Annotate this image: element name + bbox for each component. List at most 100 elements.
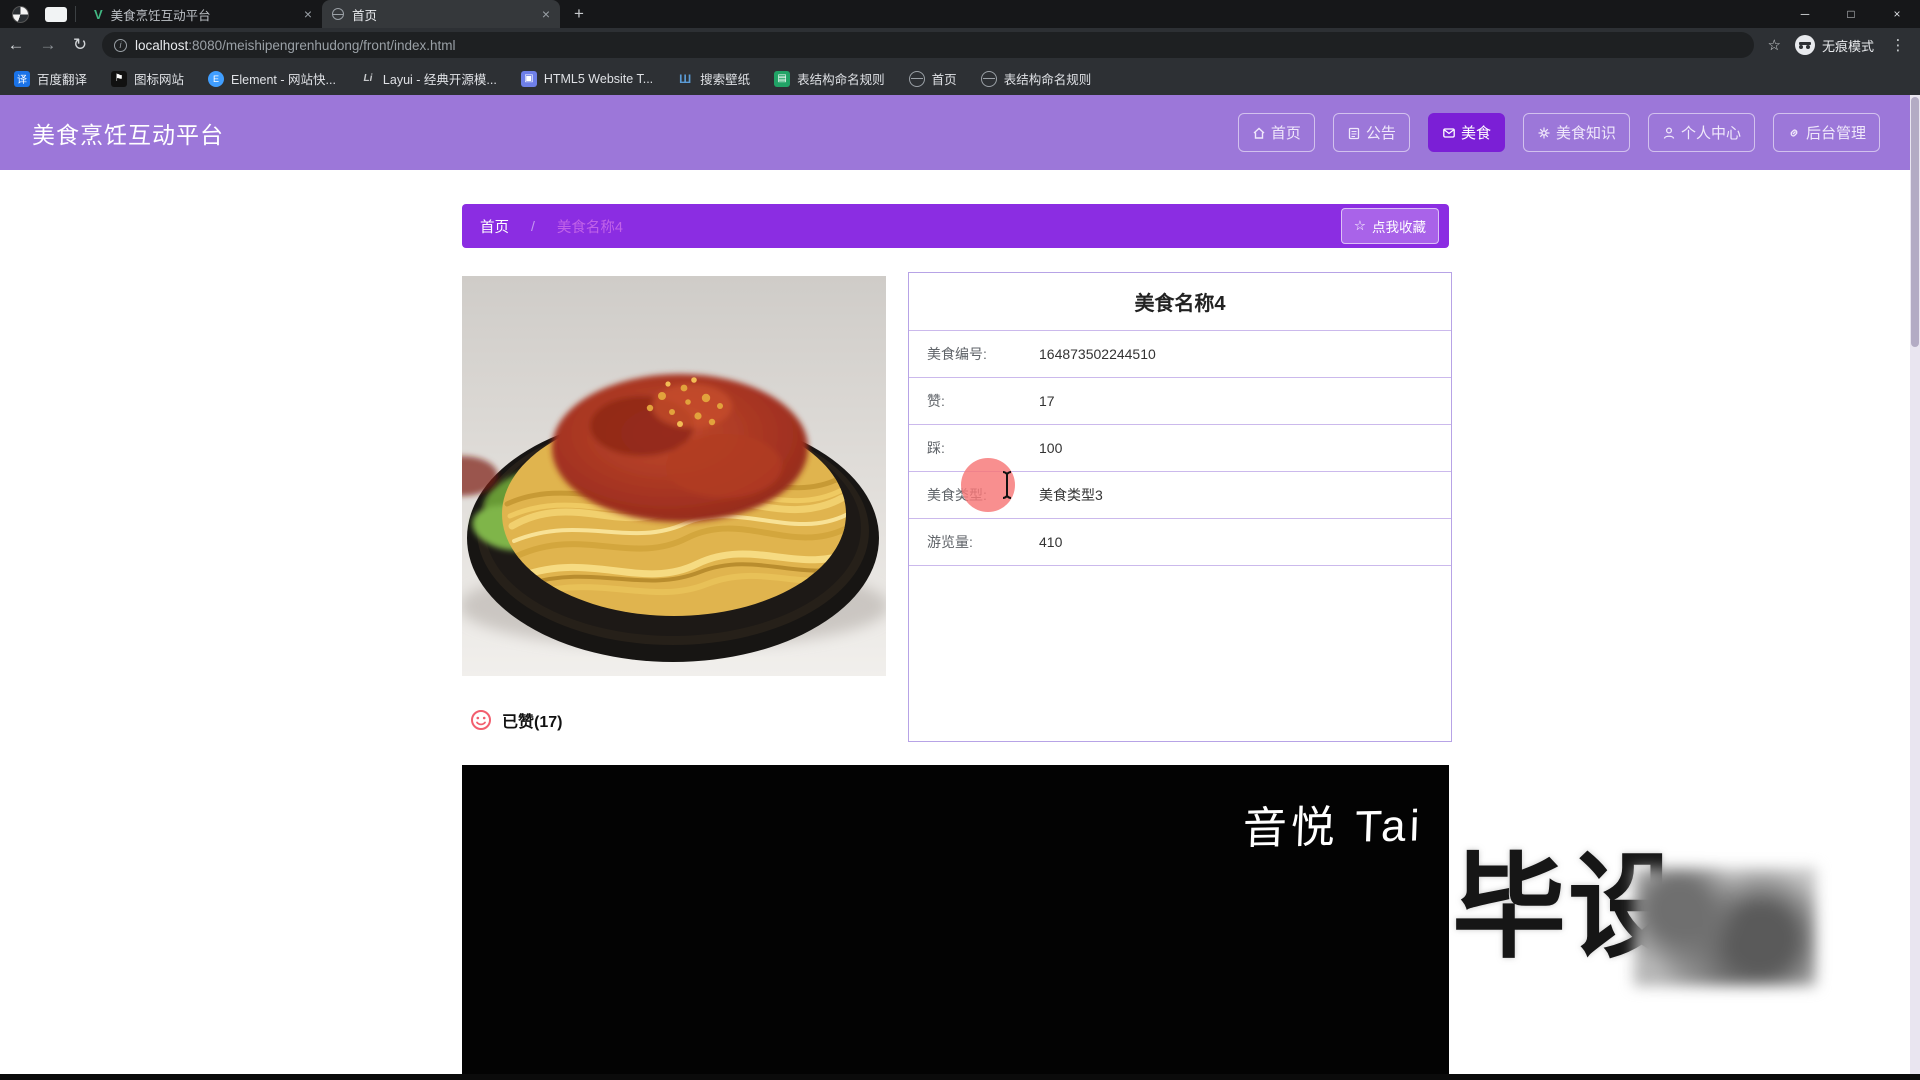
text-cursor-icon [999,470,1015,500]
table-row: 游览量: 410 [909,519,1451,566]
tab-bar: V 美食烹饪互动平台 × 首页 × + ─ □ × [0,0,1920,28]
row-label: 踩: [909,438,1039,458]
globe-icon [981,71,997,87]
breadcrumb-separator: / [531,218,535,234]
screen-bottom-edge [0,1074,1920,1080]
food-icon [1442,126,1456,140]
tab-home-active[interactable]: 首页 × [322,0,560,28]
window-controls: ─ □ × [1782,0,1920,28]
nav-label: 个人中心 [1681,122,1741,143]
bookmark-label: Element - 网站快... [231,69,336,88]
baidu-translate-icon: 译 [14,71,30,87]
page-info-icon[interactable]: i [114,39,127,52]
url-text[interactable]: localhost:8080/meishipengrenhudong/front… [135,38,455,53]
tab-close-icon[interactable]: × [304,7,312,21]
scrollbar-thumb[interactable] [1911,97,1919,347]
divider [75,6,76,22]
flag-icon: ⚑ [111,71,127,87]
incognito-label: 无痕模式 [1822,36,1874,55]
nav-home[interactable]: 首页 [1238,113,1315,152]
browser-toolbar: ← → ↻ i localhost:8080/meishipengrenhudo… [0,28,1920,62]
bookmark-wallpaper-search[interactable]: Ш 搜索壁纸 [677,69,750,88]
bookmark-html5-template[interactable]: ▣ HTML5 Website T... [521,71,653,87]
bookmark-table-naming[interactable]: ▤ 表结构命名规则 [774,69,885,88]
layui-icon: Li [360,71,376,87]
reload-button[interactable]: ↻ [64,35,96,55]
bookmark-layui[interactable]: Li Layui - 经典开源模... [360,69,497,88]
wallpaper-icon: Ш [677,71,693,87]
close-window-button[interactable]: × [1874,0,1920,28]
row-value: 410 [1039,534,1062,550]
nav-food[interactable]: 美食 [1428,113,1505,152]
user-icon [1662,126,1676,140]
url-host: localhost [135,38,188,53]
row-label: 赞: [909,391,1039,411]
food-photo [462,276,886,676]
tab-title: 美食烹饪互动平台 [111,5,296,24]
nav-label: 首页 [1271,122,1301,143]
nav-food-knowledge[interactable]: 美食知识 [1523,113,1630,152]
breadcrumb-home-link[interactable]: 首页 [480,216,509,237]
globe-icon [909,71,925,87]
bookmark-label: 搜索壁纸 [700,69,750,88]
row-value: 美食类型3 [1039,485,1103,505]
bookmark-element[interactable]: E Element - 网站快... [208,69,336,88]
home-icon [1252,126,1266,140]
row-value: 100 [1039,440,1062,456]
bookmark-table-naming-2[interactable]: 表结构命名规则 [981,69,1092,88]
nav-admin[interactable]: 后台管理 [1773,113,1880,152]
tab-close-icon[interactable]: × [542,7,550,21]
spreadsheet-icon: ▤ [774,71,790,87]
nav-announcements[interactable]: 公告 [1333,113,1410,152]
row-label: 美食编号: [909,344,1039,364]
table-row: 赞: 17 [909,378,1451,425]
spaghetti-image [462,276,886,676]
bookmark-homepage[interactable]: 首页 [909,69,957,88]
bookmarks-bar: 译 百度翻译 ⚑ 图标网站 E Element - 网站快... Li Layu… [0,62,1920,95]
forward-button[interactable]: → [32,35,64,55]
html5-icon: ▣ [521,71,537,87]
row-label: 游览量: [909,532,1039,552]
breadcrumb: 首页 / 美食名称4 ☆ 点我收藏 [462,204,1449,248]
tab-search-button[interactable] [45,7,67,22]
vue-logo-icon: V [94,7,103,22]
row-value: 164873502244510 [1039,346,1156,362]
bookmark-label: HTML5 Website T... [544,72,653,86]
admin-icon [1787,126,1801,140]
favorite-button[interactable]: ☆ 点我收藏 [1341,208,1439,244]
row-value: 17 [1039,393,1055,409]
minimize-button[interactable]: ─ [1782,0,1828,28]
smiley-icon [470,709,492,731]
browser-logo-icon [12,6,29,23]
like-status-row[interactable]: 已赞(17) [470,708,562,732]
breadcrumb-current: 美食名称4 [557,216,623,237]
address-bar[interactable]: i localhost:8080/meishipengrenhudong/fro… [102,32,1754,58]
tab-meishi-platform[interactable]: V 美食烹饪互动平台 × [84,0,322,28]
nav-label: 后台管理 [1806,122,1866,143]
page-scrollbar[interactable] [1910,95,1920,1080]
table-row: 美食编号: 164873502244510 [909,331,1451,378]
site-title: 美食烹饪互动平台 [32,116,224,150]
bookmark-baidu-translate[interactable]: 译 百度翻译 [14,69,87,88]
bookmark-icon-site[interactable]: ⚑ 图标网站 [111,69,184,88]
star-icon: ☆ [1354,218,1366,234]
menu-dots-icon[interactable]: ⋮ [1888,36,1908,54]
incognito-indicator: 无痕模式 [1795,35,1874,55]
globe-favicon-icon [332,8,344,20]
element-ui-icon: E [208,71,224,87]
new-tab-button[interactable]: + [574,4,584,24]
maximize-button[interactable]: □ [1828,0,1874,28]
notice-icon [1347,126,1361,140]
video-player[interactable]: 音悦 Tai [462,765,1449,1080]
main-nav: 首页 公告 美食 美食知识 个人中心 后台管理 [1238,113,1880,152]
back-button[interactable]: ← [0,35,32,55]
nav-personal-center[interactable]: 个人中心 [1648,113,1755,152]
site-header: 美食烹饪互动平台 首页 公告 美食 美食知识 个人中心 [0,95,1920,170]
bookmark-label: 图标网站 [134,69,184,88]
tab-title: 首页 [352,5,534,24]
knowledge-icon [1537,126,1551,140]
bookmark-label: 百度翻译 [37,69,87,88]
food-name-title: 美食名称4 [909,273,1451,331]
bookmark-star-icon[interactable]: ☆ [1768,36,1781,54]
favorite-label: 点我收藏 [1372,216,1426,236]
